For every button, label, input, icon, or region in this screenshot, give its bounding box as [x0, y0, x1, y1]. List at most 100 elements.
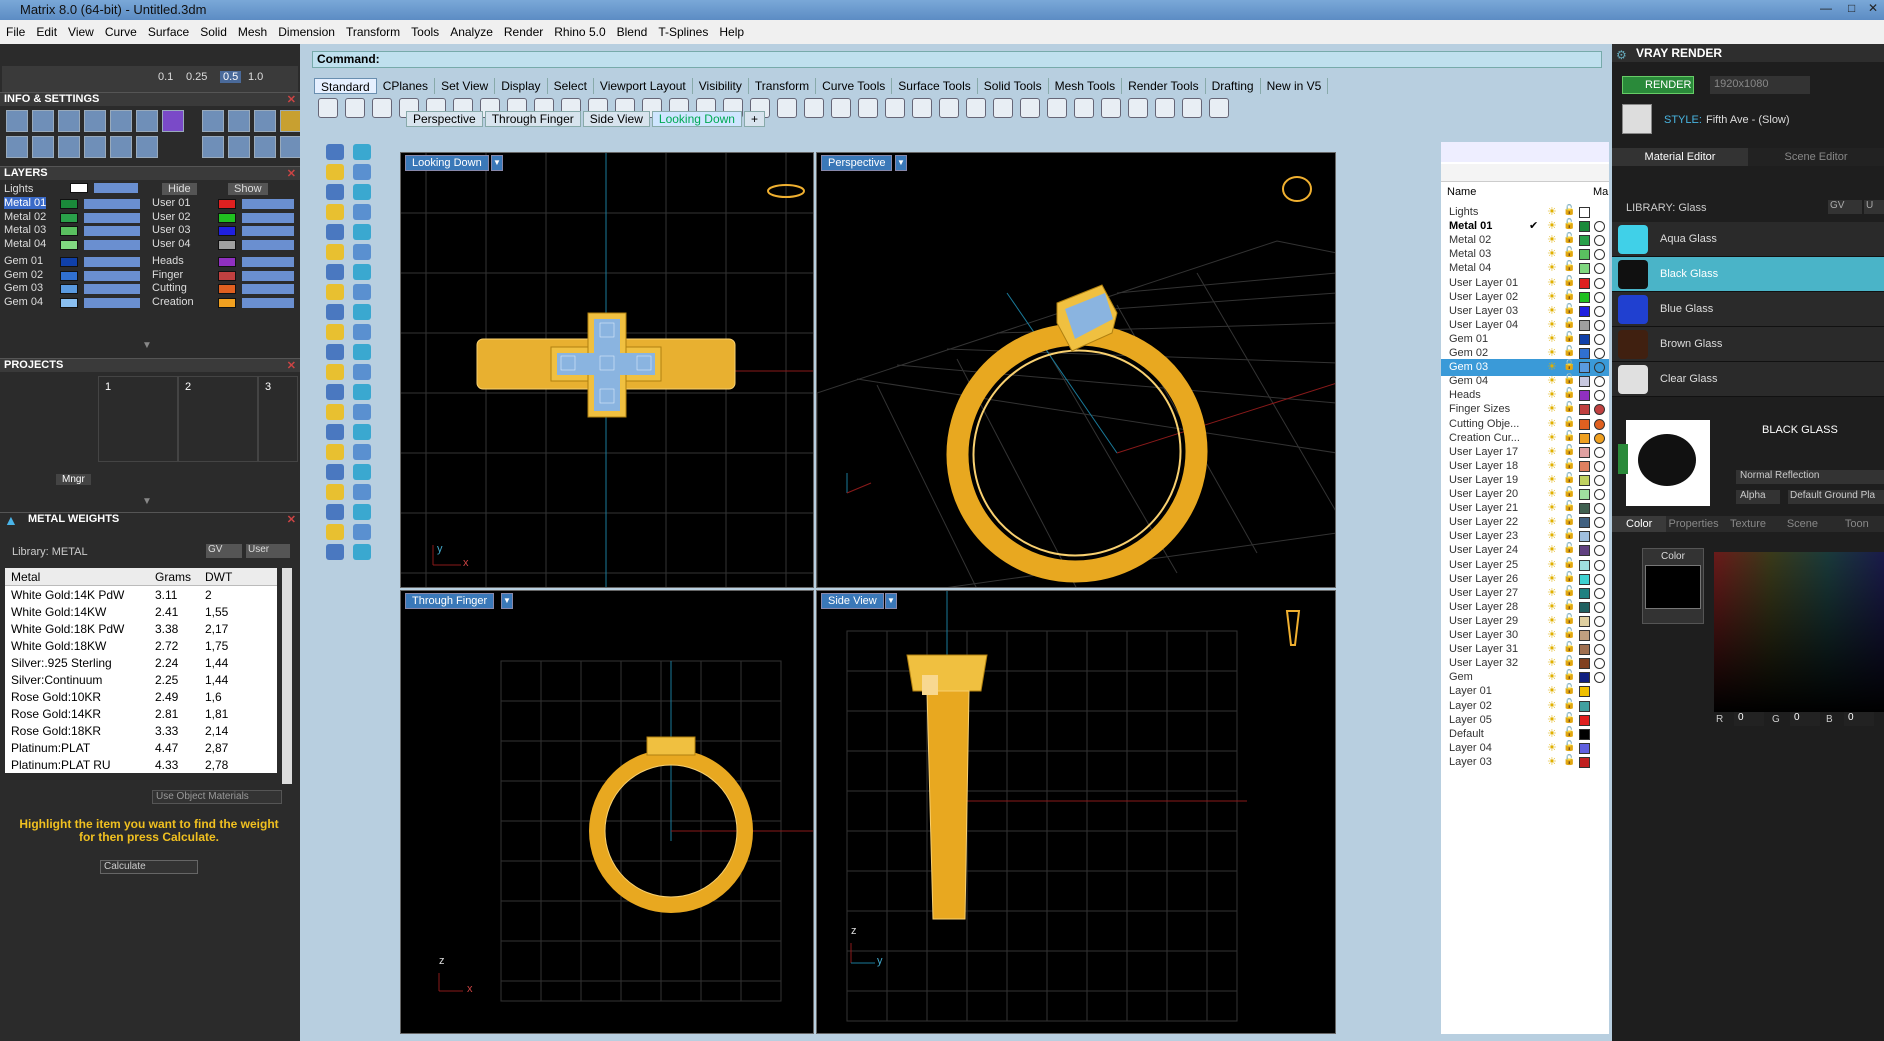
- frame-icon[interactable]: [254, 110, 276, 132]
- move-icon[interactable]: [58, 136, 80, 158]
- group-icon[interactable]: [326, 464, 344, 480]
- layer-row[interactable]: Gem 01: [4, 255, 146, 269]
- light-bulb-icon[interactable]: ☀: [1547, 247, 1557, 260]
- menu-solid[interactable]: Solid: [200, 25, 227, 39]
- menu-help[interactable]: Help: [719, 25, 744, 39]
- layer-toggles[interactable]: [242, 199, 294, 209]
- layer-row[interactable]: Metal 01: [4, 197, 146, 211]
- layer-color-swatch[interactable]: [1579, 432, 1590, 444]
- lock-icon[interactable]: 🔓: [1563, 741, 1575, 752]
- material-circle-icon[interactable]: [1594, 559, 1605, 571]
- toolbar-tab[interactable]: Standard: [314, 78, 377, 94]
- snap-value-1[interactable]: 0.1: [158, 71, 173, 83]
- layer-toggles[interactable]: [242, 226, 294, 236]
- light-icon[interactable]: [885, 98, 905, 118]
- table-scrollbar[interactable]: [282, 568, 292, 784]
- layer-color-swatch[interactable]: [60, 297, 78, 308]
- lock-icon[interactable]: 🔓: [1563, 515, 1575, 526]
- lock-icon[interactable]: 🔓: [1563, 431, 1575, 442]
- light-bulb-icon[interactable]: ☀: [1547, 656, 1557, 669]
- light-bulb-icon[interactable]: ☀: [1547, 219, 1557, 232]
- snap-icon[interactable]: [353, 504, 371, 520]
- layer-row[interactable]: Gem 03: [4, 282, 146, 296]
- viewport-label[interactable]: Through Finger: [405, 593, 495, 609]
- tile-icon[interactable]: [6, 136, 28, 158]
- material-circle-icon[interactable]: [1594, 489, 1605, 500]
- table-row[interactable]: White Gold:18KW 2.72 1,75: [5, 637, 277, 654]
- material-circle-icon[interactable]: [1594, 630, 1605, 641]
- subtab[interactable]: Texture: [1721, 516, 1775, 532]
- layer-color-swatch[interactable]: [60, 212, 78, 223]
- chevron-down-icon[interactable]: ▼: [142, 496, 152, 507]
- layer-color-swatch[interactable]: [60, 284, 78, 294]
- light-bulb-icon[interactable]: ☀: [1547, 487, 1557, 500]
- mesh-icon[interactable]: [326, 484, 344, 500]
- lock-icon[interactable]: 🔓: [1563, 670, 1575, 681]
- ellipse-icon[interactable]: [353, 184, 371, 200]
- toolbar-tab[interactable]: Drafting: [1206, 78, 1261, 94]
- material-circle-icon[interactable]: [1594, 672, 1605, 684]
- layer-color-swatch[interactable]: [1579, 686, 1590, 698]
- cplane-icon[interactable]: [804, 98, 824, 118]
- material-circle-icon[interactable]: [1594, 418, 1605, 430]
- layer-color-swatch[interactable]: [1579, 672, 1590, 684]
- material-circle-icon[interactable]: [1594, 474, 1605, 486]
- lock-icon[interactable]: 🔓: [1563, 699, 1575, 710]
- toolbar-tab[interactable]: Render Tools: [1122, 78, 1206, 94]
- boolean-icon[interactable]: [326, 344, 344, 360]
- join-icon[interactable]: [353, 364, 371, 380]
- subtab[interactable]: Color: [1612, 516, 1667, 532]
- layer-row[interactable]: Cutting: [152, 282, 298, 296]
- filter-icon[interactable]: [1182, 98, 1202, 118]
- table-row[interactable]: Platinum:PLAT RU 4.33 2,78: [5, 756, 277, 773]
- viewport-label[interactable]: Looking Down: [405, 155, 489, 171]
- layer-color-swatch[interactable]: [1579, 263, 1590, 275]
- layer-color-swatch[interactable]: [1579, 207, 1590, 218]
- lock-icon[interactable]: 🔓: [1563, 417, 1575, 428]
- layer-row[interactable]: Metal 04: [4, 238, 146, 252]
- menu-mesh[interactable]: Mesh: [238, 25, 267, 39]
- layer-color-swatch[interactable]: [60, 226, 78, 236]
- table-row[interactable]: Platinum:PLAT 4.47 2,87: [5, 739, 277, 756]
- gv-toggle[interactable]: GV: [206, 544, 242, 558]
- alpha-toggle[interactable]: Alpha: [1736, 490, 1780, 504]
- viewport-label[interactable]: Side View: [821, 593, 884, 609]
- chevron-down-icon[interactable]: ▼: [142, 340, 152, 351]
- lock-icon[interactable]: 🔓: [1563, 247, 1575, 258]
- project-slot-3[interactable]: 3: [258, 376, 298, 462]
- material-circle-icon[interactable]: [1594, 305, 1605, 317]
- toolbar-tab[interactable]: Solid Tools: [978, 78, 1049, 94]
- layer-color-swatch[interactable]: [1579, 249, 1590, 261]
- menu-curve[interactable]: Curve: [105, 25, 137, 39]
- reflection-select[interactable]: Normal Reflection: [1736, 470, 1884, 484]
- material-circle-icon[interactable]: [1594, 587, 1605, 599]
- light-bulb-icon[interactable]: ☀: [1547, 755, 1557, 768]
- material-circle-icon[interactable]: [1594, 221, 1605, 233]
- toolbar-tab[interactable]: Set View: [435, 78, 496, 94]
- table-row[interactable]: Rose Gold:10KR 2.49 1,6: [5, 688, 277, 705]
- lock-icon[interactable]: 🔓: [1563, 445, 1575, 456]
- layer-color-swatch[interactable]: [1579, 700, 1590, 712]
- light-bulb-icon[interactable]: ☀: [1547, 727, 1557, 740]
- light-bulb-icon[interactable]: ☀: [1547, 261, 1557, 274]
- layer-row[interactable]: User 04: [152, 238, 298, 252]
- layer-color-swatch[interactable]: [218, 239, 236, 250]
- maximize-button[interactable]: □: [1848, 1, 1855, 15]
- snap-value-2[interactable]: 0.25: [186, 71, 207, 83]
- layer-color-swatch[interactable]: [218, 212, 236, 223]
- subtab[interactable]: Scene: [1775, 516, 1829, 532]
- menu-dimension[interactable]: Dimension: [278, 25, 335, 39]
- stack-icon[interactable]: [58, 110, 80, 132]
- light-bulb-icon[interactable]: ☀: [1547, 205, 1557, 218]
- lock-icon[interactable]: 🔓: [1563, 205, 1575, 216]
- revolve-icon[interactable]: [353, 264, 371, 280]
- layer-color-swatch[interactable]: [1579, 630, 1590, 641]
- viewport-side-view[interactable]: z y Side View ▼: [816, 590, 1336, 1034]
- glass-sphere-icon[interactable]: [1074, 98, 1094, 118]
- grid-icon[interactable]: [326, 504, 344, 520]
- material-circle-icon[interactable]: [1594, 235, 1605, 247]
- light-bulb-icon[interactable]: ☀: [1547, 572, 1557, 585]
- layer-color-swatch[interactable]: [1579, 305, 1590, 317]
- lock-icon[interactable]: 🔓: [1563, 304, 1575, 315]
- lock-icon[interactable]: 🔓: [1563, 713, 1575, 724]
